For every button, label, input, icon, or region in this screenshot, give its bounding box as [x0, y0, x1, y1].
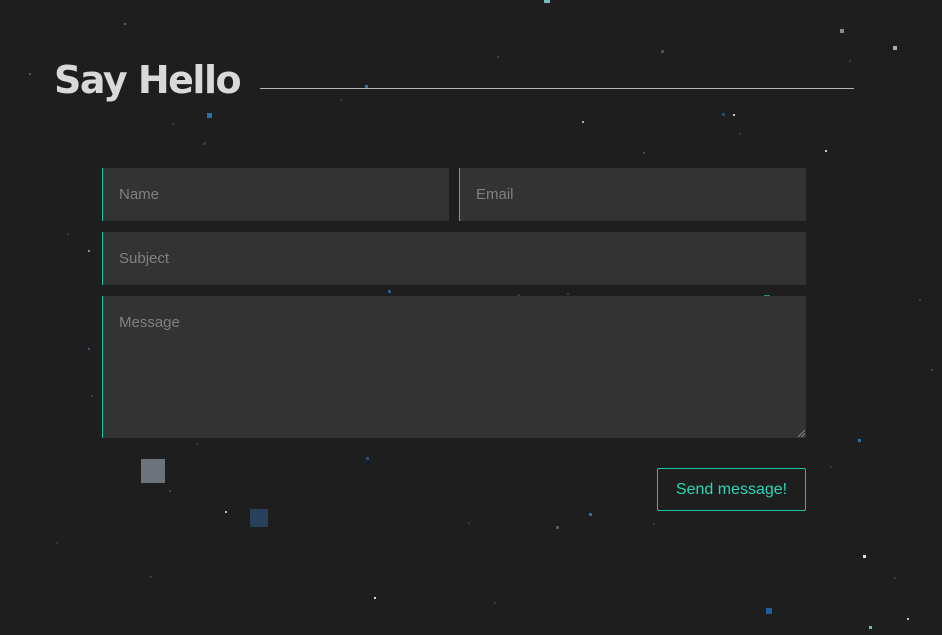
- particle: [497, 56, 499, 58]
- title-divider: [260, 88, 854, 89]
- particle: [207, 113, 212, 118]
- particle: [589, 513, 592, 516]
- particle: [766, 608, 772, 614]
- subject-input[interactable]: [102, 232, 806, 285]
- particle: [196, 443, 198, 445]
- particle: [468, 522, 470, 524]
- particle: [643, 152, 645, 154]
- particle: [544, 0, 550, 3]
- particle: [830, 466, 832, 468]
- name-input[interactable]: [102, 168, 449, 221]
- particle: [374, 597, 376, 599]
- particle: [67, 233, 69, 235]
- particle: [56, 542, 58, 544]
- particle: [567, 293, 569, 295]
- particle: [141, 459, 165, 483]
- email-input[interactable]: [459, 168, 806, 221]
- particle: [893, 46, 897, 50]
- particle: [388, 290, 391, 293]
- particle: [91, 395, 93, 397]
- particle: [919, 299, 921, 301]
- particle: [907, 618, 909, 620]
- particle: [722, 113, 725, 116]
- particle: [88, 250, 90, 252]
- particle: [653, 523, 655, 525]
- particle: [869, 626, 872, 629]
- particle: [225, 511, 227, 513]
- particle: [582, 121, 584, 123]
- particle: [150, 576, 152, 578]
- particle: [739, 133, 741, 135]
- particle: [250, 509, 268, 527]
- particle: [733, 114, 735, 116]
- particle: [894, 577, 896, 579]
- particle: [124, 23, 126, 25]
- particle: [840, 29, 844, 33]
- particle: [556, 526, 559, 529]
- resize-handle-icon[interactable]: [797, 429, 805, 437]
- send-message-button[interactable]: Send message!: [657, 468, 806, 511]
- page-title: Say Hello: [54, 58, 242, 102]
- particle: [931, 369, 933, 371]
- particle: [494, 602, 496, 604]
- particle: [203, 142, 206, 145]
- particle: [340, 99, 342, 101]
- particle: [169, 490, 171, 492]
- particle: [88, 348, 90, 350]
- particle: [858, 439, 861, 442]
- particle: [366, 457, 369, 460]
- particle: [849, 60, 851, 62]
- particle: [863, 555, 866, 558]
- particle: [172, 123, 174, 125]
- particle: [825, 150, 827, 152]
- particle: [29, 73, 31, 75]
- message-textarea[interactable]: [102, 296, 806, 438]
- particle: [661, 50, 664, 53]
